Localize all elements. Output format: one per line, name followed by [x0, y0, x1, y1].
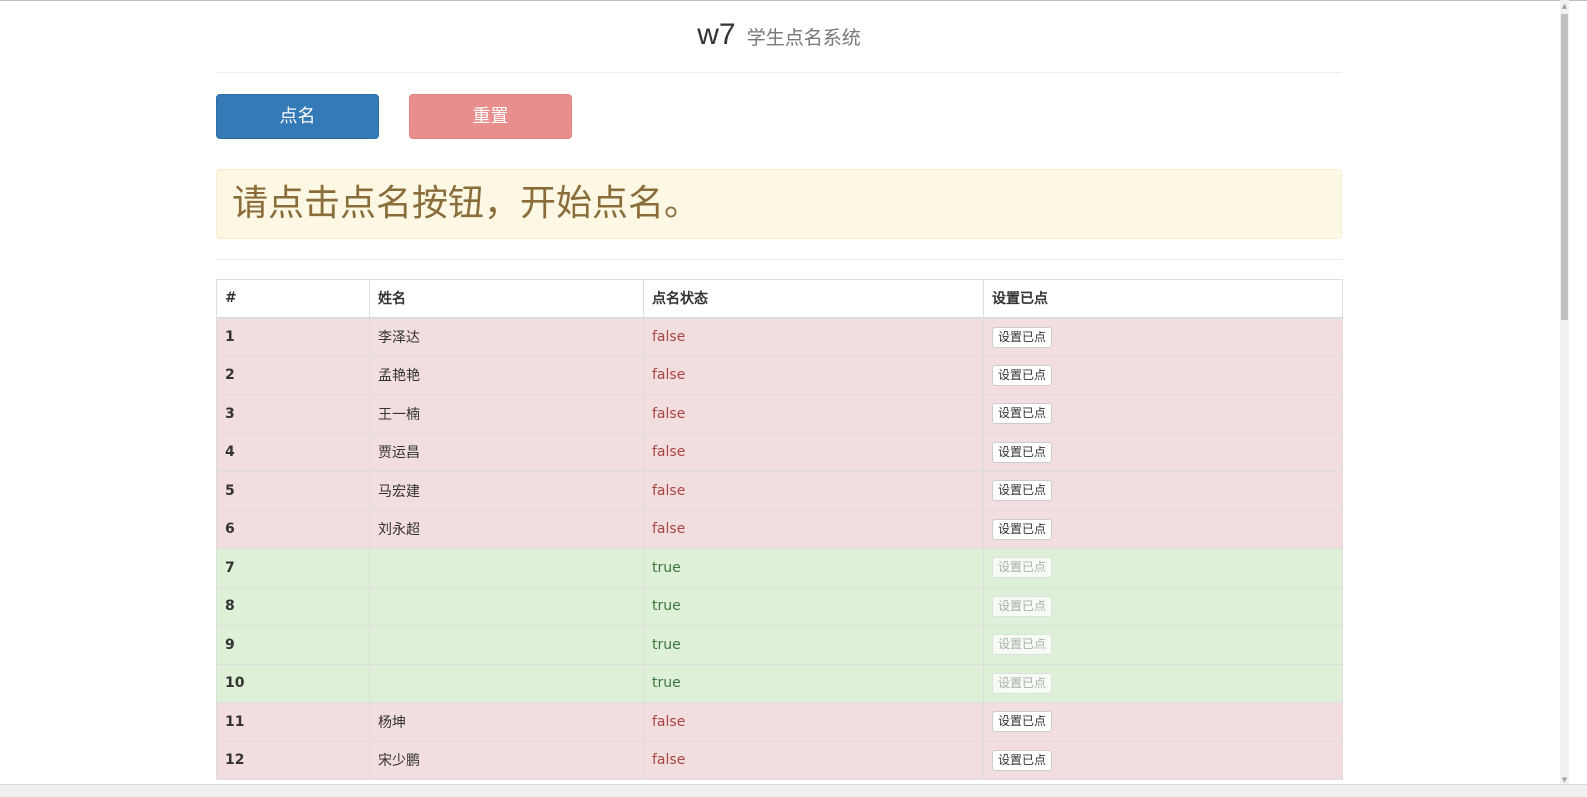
column-header-action: 设置已点	[983, 279, 1343, 319]
row-action-cell: 设置已点	[983, 548, 1343, 588]
student-name: 杨坤	[369, 702, 644, 742]
row-action-cell: 设置已点	[983, 586, 1343, 626]
attendance-status: false	[643, 702, 984, 742]
row-index: 5	[216, 471, 370, 511]
attendance-status: false	[643, 394, 984, 434]
row-index: 7	[216, 548, 370, 588]
set-called-button[interactable]: 设置已点	[992, 364, 1053, 386]
table-row: 3 王一楠 false 设置已点	[216, 394, 1343, 434]
row-action-cell: 设置已点	[983, 702, 1343, 742]
brand-title: w7	[697, 18, 736, 51]
row-action-cell: 设置已点	[983, 355, 1343, 395]
attendance-status: false	[643, 740, 984, 780]
attendance-status: false	[643, 317, 984, 357]
row-index: 4	[216, 432, 370, 472]
student-name: 马宏建	[369, 471, 644, 511]
attendance-status: false	[643, 509, 984, 549]
student-name: 贾运昌	[369, 432, 644, 472]
page-container: w7 学生点名系统 点名 重置 请点击点名按钮，开始点名。 # 姓名 点名状态 …	[216, 0, 1343, 780]
table-row: 11 杨坤 false 设置已点	[216, 702, 1343, 742]
student-table: # 姓名 点名状态 设置已点 1 李泽达 false 设置已点 2 孟艳艳 false 设置已…	[216, 279, 1343, 780]
scrollbar-thumb[interactable]	[1561, 14, 1568, 320]
column-header-name: 姓名	[369, 279, 644, 319]
set-called-button[interactable]: 设置已点	[992, 749, 1053, 771]
set-called-button: 设置已点	[992, 557, 1053, 579]
scroll-up-arrow-icon[interactable]: ▲	[1560, 1, 1569, 11]
attendance-status: false	[643, 432, 984, 472]
table-row: 10 true 设置已点	[216, 663, 1343, 703]
set-called-button[interactable]: 设置已点	[992, 403, 1053, 425]
table-row: 1 李泽达 false 设置已点	[216, 317, 1343, 357]
page-subtitle: 学生点名系统	[746, 27, 861, 49]
row-action-cell: 设置已点	[983, 740, 1343, 780]
table-row: 9 true 设置已点	[216, 625, 1343, 665]
table-row: 6 刘永超 false 设置已点	[216, 509, 1343, 549]
set-called-button[interactable]: 设置已点	[992, 518, 1053, 540]
reset-button[interactable]: 重置	[409, 94, 572, 139]
row-action-cell: 设置已点	[983, 394, 1343, 434]
row-index: 3	[216, 394, 370, 434]
row-index: 11	[216, 702, 370, 742]
set-called-button[interactable]: 设置已点	[992, 480, 1053, 502]
attendance-status: true	[643, 548, 984, 588]
row-action-cell: 设置已点	[983, 471, 1343, 511]
row-index: 10	[216, 663, 370, 703]
attendance-status: true	[643, 586, 984, 626]
row-action-cell: 设置已点	[983, 432, 1343, 472]
row-action-cell: 设置已点	[983, 509, 1343, 549]
set-called-button: 设置已点	[992, 672, 1053, 694]
row-action-cell: 设置已点	[983, 317, 1343, 357]
attendance-status: false	[643, 471, 984, 511]
attendance-status: false	[643, 355, 984, 395]
set-called-button[interactable]: 设置已点	[992, 326, 1053, 348]
student-name	[369, 586, 644, 626]
table-row: 5 马宏建 false 设置已点	[216, 471, 1343, 511]
table-row: 4 贾运昌 false 设置已点	[216, 432, 1343, 472]
row-action-cell: 设置已点	[983, 663, 1343, 703]
student-name: 李泽达	[369, 317, 644, 357]
student-table-body: 1 李泽达 false 设置已点 2 孟艳艳 false 设置已点 3 王一楠 false 设置已点 4…	[216, 317, 1343, 780]
vertical-scrollbar[interactable]: ▲ ▼	[1560, 0, 1569, 786]
window-bottom-edge	[0, 784, 1587, 797]
row-index: 8	[216, 586, 370, 626]
row-index: 6	[216, 509, 370, 549]
student-name: 王一楠	[369, 394, 644, 434]
row-index: 2	[216, 355, 370, 395]
student-name: 孟艳艳	[369, 355, 644, 395]
student-name: 刘永超	[369, 509, 644, 549]
row-index: 12	[216, 740, 370, 780]
set-called-button[interactable]: 设置已点	[992, 711, 1053, 733]
table-row: 7 true 设置已点	[216, 548, 1343, 588]
row-index: 1	[216, 317, 370, 357]
roll-call-button[interactable]: 点名	[216, 94, 379, 139]
attendance-status: true	[643, 625, 984, 665]
page-header: w7 学生点名系统	[216, 0, 1342, 73]
column-header-index: #	[216, 279, 370, 319]
row-index: 9	[216, 625, 370, 665]
table-row: 2 孟艳艳 false 设置已点	[216, 355, 1343, 395]
student-name	[369, 625, 644, 665]
student-name	[369, 663, 644, 703]
row-action-cell: 设置已点	[983, 625, 1343, 665]
table-row: 8 true 设置已点	[216, 586, 1343, 626]
set-called-button: 设置已点	[992, 595, 1053, 617]
table-row: 12 宋少鹏 false 设置已点	[216, 740, 1343, 780]
attendance-status: true	[643, 663, 984, 703]
status-alert: 请点击点名按钮，开始点名。	[216, 169, 1342, 239]
table-header-row: # 姓名 点名状态 设置已点	[216, 279, 1343, 319]
section-divider	[216, 259, 1342, 260]
set-called-button: 设置已点	[992, 634, 1053, 656]
student-name: 宋少鹏	[369, 740, 644, 780]
set-called-button[interactable]: 设置已点	[992, 441, 1053, 463]
column-header-status: 点名状态	[643, 279, 984, 319]
student-name	[369, 548, 644, 588]
